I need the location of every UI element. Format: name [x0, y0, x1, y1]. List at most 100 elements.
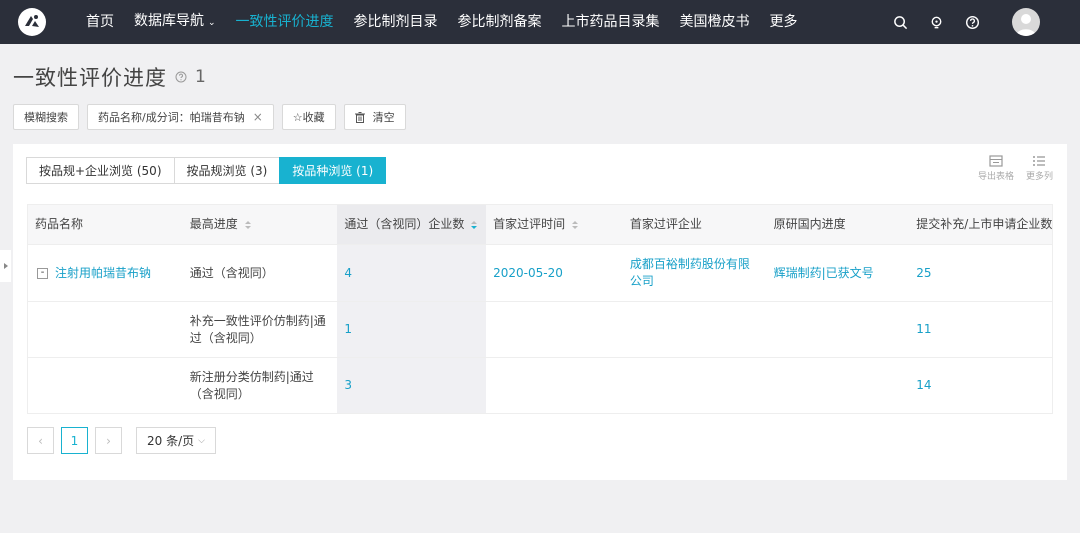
nav-item-listed-drugs[interactable]: 上市药品目录集: [552, 0, 670, 44]
nav-icons: [892, 0, 1080, 44]
nav-item-reference-catalog[interactable]: 参比制剂目录: [344, 0, 448, 44]
cell-first-time: [486, 302, 623, 357]
collapse-icon[interactable]: -: [37, 267, 48, 279]
cell-original-progress: [767, 358, 910, 413]
help-icon[interactable]: [964, 14, 980, 30]
top-nav: 首页 数据库导航 ⌄ 一致性评价进度 参比制剂目录 参比制剂备案 上市药品目录集 …: [0, 0, 1080, 44]
cell-drug-name: [28, 358, 183, 413]
nav-item-orange-book[interactable]: 美国橙皮书: [670, 0, 760, 44]
sidebar-toggle[interactable]: [0, 250, 11, 282]
avatar[interactable]: [1012, 8, 1040, 36]
more-columns-button[interactable]: 更多列: [1026, 155, 1053, 182]
cell-drug-name: - 注射用帕瑞昔布钠: [28, 245, 183, 301]
results-table: 药品名称 最高进度 通过（含视同）企业数 首家过评时间 首家过评企业 原研国内进…: [27, 204, 1053, 414]
favorite-button[interactable]: ☆收藏: [281, 104, 336, 130]
cell-original-progress: [767, 302, 910, 357]
nav-item-database[interactable]: 数据库导航 ⌄: [124, 0, 226, 45]
table-header: 药品名称 最高进度 通过（含视同）企业数 首家过评时间 首家过评企业 原研国内进…: [28, 205, 1052, 245]
trash-icon: [354, 111, 365, 123]
tab-spec[interactable]: 按品规浏览 (3): [173, 157, 281, 184]
tab-label: 按品规+企业浏览 (50): [39, 164, 162, 178]
header-highest-progress[interactable]: 最高进度: [183, 205, 338, 244]
table-row: 新注册分类仿制药|通过（含视同） 3 14: [28, 358, 1052, 413]
page-size-label: 20 条/页: [147, 434, 195, 448]
page-button-current[interactable]: 1: [61, 427, 88, 454]
chevron-down-icon: ⌵: [198, 435, 205, 446]
header-label: 提交补充/上市申请企业数: [916, 217, 1052, 231]
cell-original-progress[interactable]: 辉瑞制药|已获文号: [767, 245, 910, 301]
list-icon: [1033, 156, 1046, 166]
header-label: 原研国内进度: [773, 217, 846, 231]
favorite-label: ☆收藏: [292, 111, 325, 124]
cell-passed-count[interactable]: 4: [337, 245, 487, 301]
export-icon: [989, 155, 1003, 167]
tab-label: 按品规浏览 (3): [186, 164, 268, 178]
logo-icon[interactable]: [18, 8, 46, 36]
nav-menu: 首页 数据库导航 ⌄ 一致性评价进度 参比制剂目录 参比制剂备案 上市药品目录集 …: [76, 0, 808, 44]
header-first-time[interactable]: 首家过评时间: [486, 205, 623, 244]
cell-applicants[interactable]: 25: [909, 245, 1052, 301]
header-drug-name: 药品名称: [28, 205, 183, 244]
cell-progress: 新注册分类仿制药|通过（含视同）: [189, 369, 314, 401]
next-page-button[interactable]: ›: [95, 427, 122, 454]
clear-button[interactable]: 清空: [343, 104, 406, 130]
sort-icon[interactable]: [572, 220, 579, 230]
table-row: - 注射用帕瑞昔布钠 通过（含视同） 4 2020-05-20 成都百裕制药股份有…: [28, 245, 1052, 302]
header-label: 首家过评时间: [493, 217, 566, 231]
sort-icon[interactable]: [244, 220, 251, 230]
cell-drug-name: [28, 302, 183, 357]
fuzzy-search-button[interactable]: 模糊搜索: [13, 104, 79, 130]
nav-label: 更多: [769, 14, 798, 30]
header-first-company: 首家过评企业: [623, 205, 767, 244]
header-passed-count[interactable]: 通过（含视同）企业数: [337, 205, 487, 244]
tab-spec-company[interactable]: 按品规+企业浏览 (50): [26, 157, 175, 184]
results-card: 按品规+企业浏览 (50) 按品规浏览 (3) 按品种浏览 (1) 导出表格 更…: [13, 144, 1067, 480]
prev-page-button[interactable]: ‹: [27, 427, 54, 454]
nav-label: 美国橙皮书: [679, 14, 750, 30]
nav-item-consistency[interactable]: 一致性评价进度: [226, 0, 344, 44]
export-table-button[interactable]: 导出表格: [978, 155, 1014, 182]
nav-item-reference-filing[interactable]: 参比制剂备案: [448, 0, 552, 44]
cell-first-company: [623, 358, 767, 413]
result-count: 1: [195, 67, 206, 87]
nav-label: 参比制剂目录: [353, 14, 438, 30]
header-label: 药品名称: [35, 217, 84, 231]
lightbulb-icon[interactable]: [928, 14, 944, 30]
page-size-select[interactable]: 20 条/页 ⌵: [136, 427, 216, 454]
cell-first-company[interactable]: 成都百裕制药股份有限公司: [623, 245, 767, 301]
page-title: 一致性评价进度: [13, 66, 167, 90]
tab-label: 按品种浏览 (1): [292, 164, 374, 178]
cell-passed-count[interactable]: 3: [337, 358, 487, 413]
cell-progress: 通过（含视同）: [189, 265, 274, 280]
cell-passed-count[interactable]: 1: [337, 302, 487, 357]
header-label: 首家过评企业: [629, 217, 702, 231]
filter-bar: 模糊搜索 药品名称/成分词：帕瑞昔布钠 × ☆收藏 清空: [13, 104, 414, 130]
filter-tag-label: 药品名称/成分词：帕瑞昔布钠: [98, 111, 245, 124]
table-row: 补充一致性评价仿制药|通过（含视同） 1 11: [28, 302, 1052, 358]
chevron-right-icon: [3, 263, 8, 269]
drug-name-link[interactable]: 注射用帕瑞昔布钠: [55, 265, 151, 282]
chevron-down-icon: ⌄: [208, 18, 216, 28]
clear-label: 清空: [372, 111, 395, 124]
fuzzy-search-label: 模糊搜索: [24, 111, 68, 124]
close-icon[interactable]: ×: [253, 110, 263, 124]
filter-tag[interactable]: 药品名称/成分词：帕瑞昔布钠 ×: [87, 104, 274, 130]
cell-applicants[interactable]: 11: [909, 302, 1052, 357]
nav-label: 上市药品目录集: [561, 14, 660, 30]
search-icon[interactable]: [892, 14, 908, 30]
nav-item-home[interactable]: 首页: [76, 0, 124, 44]
tab-variety[interactable]: 按品种浏览 (1): [279, 157, 387, 184]
cell-first-company: [623, 302, 767, 357]
header-label: 最高进度: [189, 217, 238, 231]
help-circle-icon[interactable]: [175, 71, 187, 83]
nav-label: 参比制剂备案: [457, 14, 542, 30]
cell-applicants[interactable]: 14: [909, 358, 1052, 413]
cell-first-time[interactable]: 2020-05-20: [486, 245, 623, 301]
sort-icon[interactable]: [471, 220, 478, 230]
header-label: 通过（含视同）企业数: [344, 217, 465, 231]
cell-progress: 补充一致性评价仿制药|通过（含视同）: [189, 313, 326, 345]
nav-label: 一致性评价进度: [235, 14, 334, 30]
more-columns-label: 更多列: [1025, 172, 1053, 182]
nav-item-more[interactable]: 更多: [760, 0, 808, 44]
view-tabs: 按品规+企业浏览 (50) 按品规浏览 (3) 按品种浏览 (1): [26, 157, 387, 184]
